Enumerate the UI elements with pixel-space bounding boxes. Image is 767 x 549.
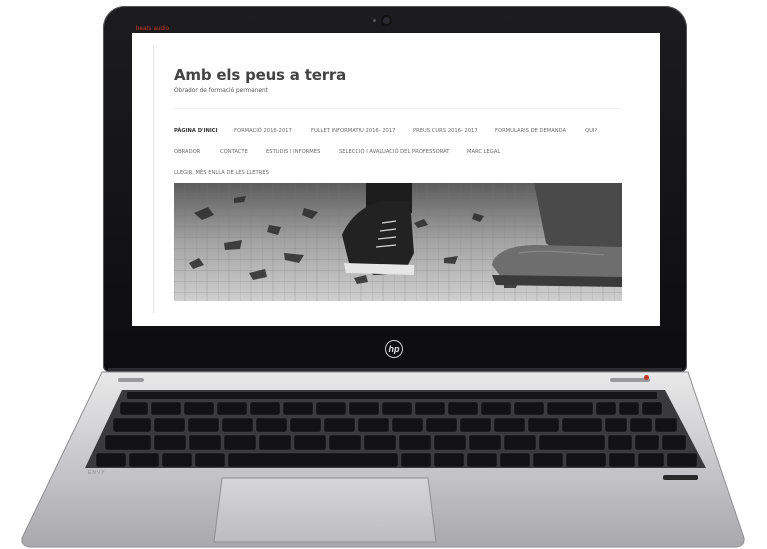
ambient-sensor bbox=[373, 19, 376, 22]
nav-item-estudis-informes[interactable]: ESTUDIS I INFORMES bbox=[266, 149, 320, 155]
website-page: Amb els peus a terra Obrador de formació… bbox=[153, 46, 641, 313]
feet-on-ground-photo bbox=[174, 183, 622, 301]
nav-item-pagina-inici[interactable]: PÀGINA D'INICI bbox=[174, 128, 218, 134]
nav-divider-top bbox=[174, 108, 620, 109]
nav-item-seleccio-avaluacio[interactable]: SELECCIÓ I AVALUACIÓ DEL PROFESSORAT bbox=[339, 149, 449, 155]
nav-item-formacio[interactable]: FORMACIÓ 2016-2017 bbox=[234, 128, 292, 134]
nav-item-contacte[interactable]: CONTACTE bbox=[220, 149, 248, 155]
nav-item-qui[interactable]: QUI? bbox=[585, 128, 597, 134]
touchpad[interactable] bbox=[222, 478, 428, 542]
nav-item-formularis[interactable]: FORMULARIS DE DEMANDA bbox=[495, 128, 566, 134]
model-label: ENVY bbox=[88, 470, 106, 476]
site-tagline: Obrador de formació permanent bbox=[174, 88, 268, 94]
fingerprint-reader bbox=[663, 475, 698, 480]
laptop: beats audio Amb els peus a terra Obrador… bbox=[0, 0, 767, 549]
nav-item-preus-curs[interactable]: PREUS CURS 2016- 2017 bbox=[413, 128, 478, 134]
header-banner-image bbox=[174, 183, 622, 301]
nav-item-fullet-informatiu[interactable]: FULLET INFORMATIU 2016- 2017 bbox=[311, 128, 395, 134]
beats-audio-badge: beats audio bbox=[136, 26, 170, 32]
nav-item-llegir[interactable]: LLEGIR, MÉS ENLLÀ DE LES LLETRES bbox=[174, 170, 269, 176]
nav-item-obrador[interactable]: OBRADOR bbox=[174, 149, 200, 155]
screen: Amb els peus a terra Obrador de formació… bbox=[132, 33, 660, 326]
nav-item-marc-legal[interactable]: MARC LEGAL bbox=[467, 149, 500, 155]
site-title[interactable]: Amb els peus a terra bbox=[174, 66, 346, 84]
webcam-icon bbox=[383, 17, 390, 24]
caps-led-icon bbox=[644, 375, 649, 380]
